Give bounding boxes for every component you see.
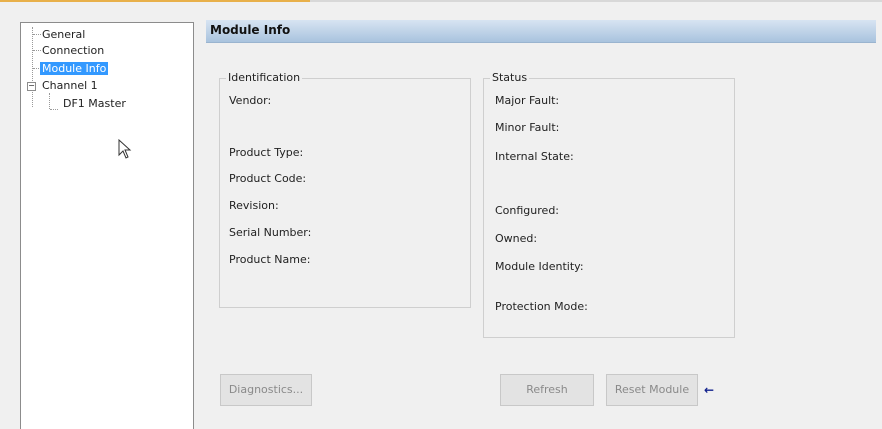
tree-connector — [50, 109, 58, 110]
tree-item-label: Module Info — [40, 62, 109, 75]
product-code-label: Product Code: — [229, 172, 307, 185]
left-arrow-icon: ← — [704, 383, 715, 397]
protection-mode-label: Protection Mode: — [495, 300, 588, 313]
tree-item-label: General — [42, 28, 86, 41]
tree-connector — [49, 93, 50, 109]
product-name-label: Product Name: — [229, 253, 311, 266]
section-header: Module Info — [206, 20, 876, 43]
tree-item-connection[interactable]: Connection — [42, 43, 104, 58]
tree-connector — [33, 50, 41, 51]
diagnostics-button[interactable]: Diagnostics... — [220, 374, 312, 406]
internal-state-label: Internal State: — [495, 150, 574, 163]
major-fault-label: Major Fault: — [495, 94, 560, 107]
tree-item-label: DF1 Master — [63, 97, 126, 110]
serial-number-label: Serial Number: — [229, 226, 312, 239]
tree-item-channel-1[interactable]: Channel 1 — [42, 78, 98, 93]
window-top-border — [310, 0, 882, 2]
tree-item-df1-master[interactable]: DF1 Master — [63, 96, 126, 111]
tree-item-module-info[interactable]: Module Info — [40, 61, 109, 76]
status-group: Status Major Fault: Minor Fault: Interna… — [483, 71, 735, 338]
revision-label: Revision: — [229, 199, 279, 212]
tree-connector — [33, 34, 41, 35]
vendor-label: Vendor: — [229, 94, 272, 107]
owned-label: Owned: — [495, 232, 538, 245]
page-title: Module Info — [210, 23, 291, 37]
identification-group: Identification Vendor: Product Type: Pro… — [219, 71, 471, 308]
tree-item-label: Connection — [42, 44, 105, 57]
mouse-pointer-icon — [118, 139, 132, 159]
group-title: Status — [490, 71, 530, 84]
navigation-tree[interactable]: General Connection Module Info − Channel… — [20, 22, 194, 429]
tree-connector — [32, 27, 33, 107]
configured-label: Configured: — [495, 204, 560, 217]
tree-item-label: Channel 1 — [42, 79, 98, 92]
product-type-label: Product Type: — [229, 146, 304, 159]
tree-item-general[interactable]: General — [42, 27, 85, 42]
minor-fault-label: Minor Fault: — [495, 121, 560, 134]
module-identity-label: Module Identity: — [495, 260, 584, 273]
group-title: Identification — [226, 71, 303, 84]
reset-module-button[interactable]: Reset Module — [606, 374, 698, 406]
collapse-icon[interactable]: − — [27, 82, 36, 91]
refresh-button[interactable]: Refresh — [500, 374, 594, 406]
